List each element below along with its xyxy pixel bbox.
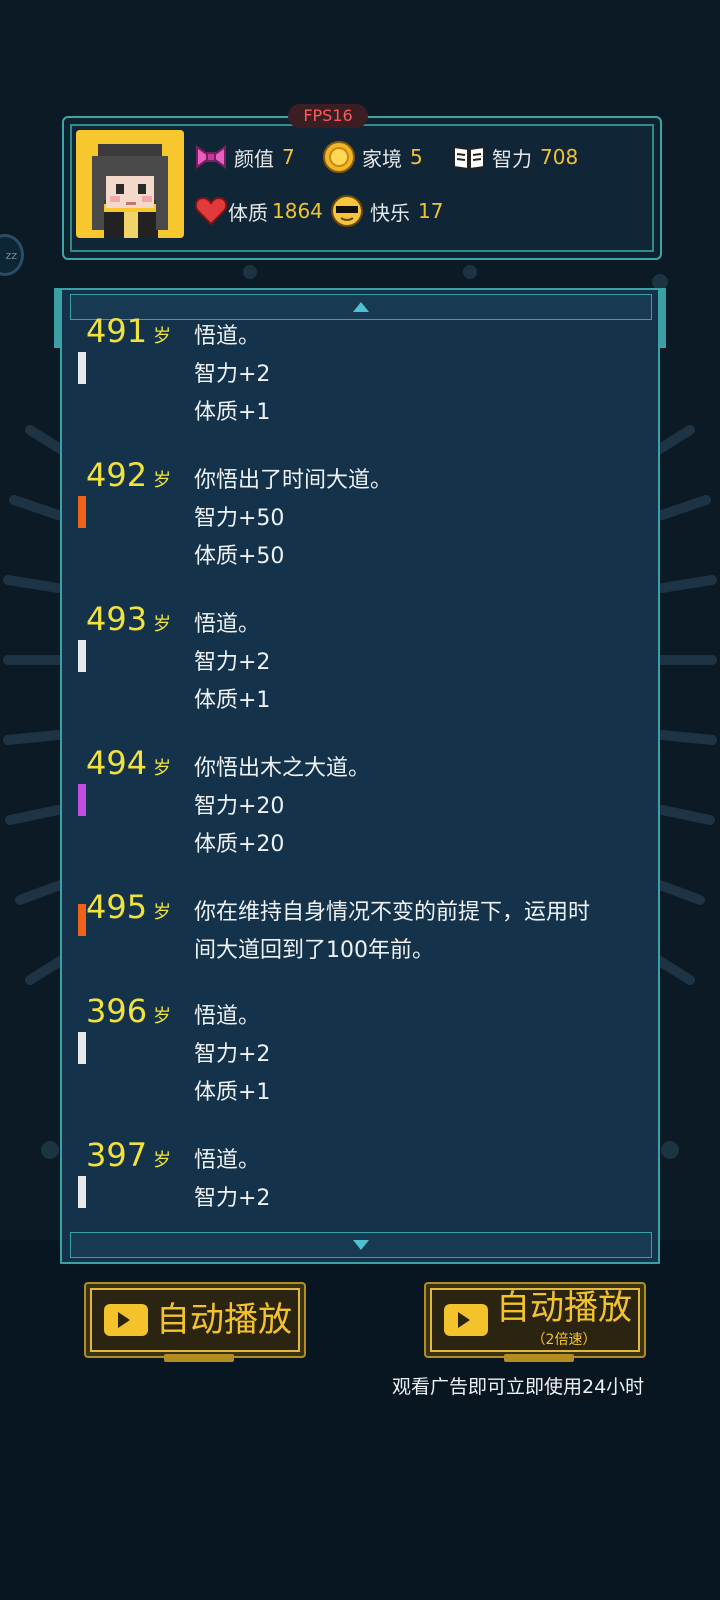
log-marker (78, 784, 86, 816)
stat-happiness-value: 17 (418, 199, 444, 223)
log-age: 492 岁 (86, 456, 171, 494)
stat-family-value: 5 (410, 145, 423, 169)
auto-play-button[interactable]: 自动播放 (84, 1282, 306, 1362)
life-log-panel[interactable]: 491 岁 悟道。 智力+2 体质+1 492 岁 你悟出了时间大道。 智力+50 … (54, 288, 666, 1264)
ad-note-text: 观看广告即可立即使用24小时 (392, 1376, 645, 1398)
stat-appearance-label: 颜值 (234, 146, 274, 171)
log-age-unit: 岁 (153, 614, 172, 635)
auto-play-label: 自动播放 (156, 1300, 292, 1340)
auto-play-2x-sub: （2倍速） (531, 1332, 597, 1348)
log-line: 你在维持自身情况不变的前提下，运用时 (194, 900, 591, 925)
log-age: 396 岁 (86, 992, 171, 1030)
stat-intelligence: 智力 708 (452, 140, 578, 174)
log-age: 495 岁 (86, 888, 171, 926)
log-line: 智力+2 (194, 650, 271, 675)
log-marker (78, 640, 86, 672)
stat-intelligence-label: 智力 (492, 146, 532, 171)
log-lines: 悟道。 智力+2 体质+1 (194, 318, 634, 432)
log-age-number: 396 (86, 992, 148, 1030)
log-age: 494 岁 (86, 744, 171, 782)
log-lines: 悟道。 智力+2 (194, 1142, 634, 1218)
log-lines: 悟道。 智力+2 体质+1 (194, 998, 634, 1112)
log-age-number: 495 (86, 888, 148, 926)
log-age-unit: 岁 (153, 1150, 172, 1171)
log-line: 智力+2 (194, 362, 271, 387)
book-icon (452, 140, 486, 174)
log-age-unit: 岁 (153, 470, 172, 491)
log-age: 493 岁 (86, 600, 171, 638)
log-line: 悟道。 (194, 324, 261, 349)
log-age-number: 493 (86, 600, 148, 638)
stat-physique-label: 体质 (228, 200, 268, 225)
log-line: 体质+20 (194, 832, 285, 857)
log-lines: 你在维持自身情况不变的前提下，运用时 间大道回到了100年前。 (194, 894, 634, 970)
log-lines: 悟道。 智力+2 体质+1 (194, 606, 634, 720)
log-age: 397 岁 (86, 1136, 171, 1174)
log-line: 智力+20 (194, 794, 285, 819)
log-marker (78, 1176, 86, 1208)
stat-intelligence-value: 708 (540, 145, 579, 169)
button-tab-decoration (504, 1354, 574, 1362)
fps-counter: FPS16 (288, 104, 368, 128)
button-tab-decoration (164, 1354, 234, 1362)
log-age: 491 岁 (86, 312, 171, 350)
log-line: 体质+50 (194, 544, 285, 569)
bow-icon (194, 140, 228, 174)
log-marker (78, 352, 86, 384)
log-age-unit: 岁 (153, 326, 172, 347)
log-line: 智力+2 (194, 1042, 271, 1067)
pixel-character-icon (76, 130, 184, 238)
log-line: 间大道回到了100年前。 (194, 938, 434, 963)
log-lines: 你悟出了时间大道。 智力+50 体质+50 (194, 462, 634, 576)
log-line: 智力+2 (194, 1186, 271, 1211)
heart-icon (194, 194, 228, 228)
stat-family-label: 家境 (362, 146, 402, 171)
stat-happiness-label: 快乐 (370, 200, 410, 225)
side-float-label: zz (5, 248, 17, 262)
stat-physique: 体质 1864 (194, 194, 323, 228)
log-age-unit: 岁 (153, 758, 172, 779)
log-age-unit: 岁 (153, 1006, 172, 1027)
arrow-up-icon (353, 302, 369, 312)
log-line: 体质+1 (194, 400, 271, 425)
log-line: 你悟出木之大道。 (194, 756, 371, 781)
log-age-unit: 岁 (153, 902, 172, 923)
log-age-number: 494 (86, 744, 148, 782)
avatar[interactable] (76, 130, 184, 238)
log-line: 悟道。 (194, 1004, 261, 1029)
auto-play-2x-label: 自动播放 (496, 1288, 632, 1328)
stat-happiness: 快乐 17 (330, 194, 443, 228)
log-lines: 你悟出木之大道。 智力+20 体质+20 (194, 750, 634, 864)
stat-physique-value: 1864 (272, 199, 323, 223)
cool-face-icon (330, 194, 364, 228)
log-age-number: 491 (86, 312, 148, 350)
scroll-down-button[interactable] (70, 1232, 652, 1258)
log-line: 悟道。 (194, 612, 261, 637)
log-marker (78, 904, 86, 936)
video-camera-icon (444, 1304, 488, 1336)
arrow-down-icon (353, 1240, 369, 1250)
log-marker (78, 496, 86, 528)
log-line: 智力+50 (194, 506, 285, 531)
stat-appearance: 颜值 7 (194, 140, 295, 174)
log-age-number: 492 (86, 456, 148, 494)
stat-appearance-value: 7 (282, 145, 295, 169)
auto-play-2x-button[interactable]: 自动播放 （2倍速） (424, 1282, 646, 1362)
video-camera-icon (104, 1304, 148, 1336)
log-line: 悟道。 (194, 1148, 261, 1173)
stat-family: 家境 5 (322, 140, 423, 174)
coin-icon (322, 140, 356, 174)
log-line: 你悟出了时间大道。 (194, 468, 393, 493)
auto-play-2x-text: 自动播放 （2倍速） (496, 1291, 632, 1349)
log-line: 体质+1 (194, 688, 271, 713)
log-marker (78, 1032, 86, 1064)
log-age-number: 397 (86, 1136, 148, 1174)
log-line: 体质+1 (194, 1080, 271, 1105)
